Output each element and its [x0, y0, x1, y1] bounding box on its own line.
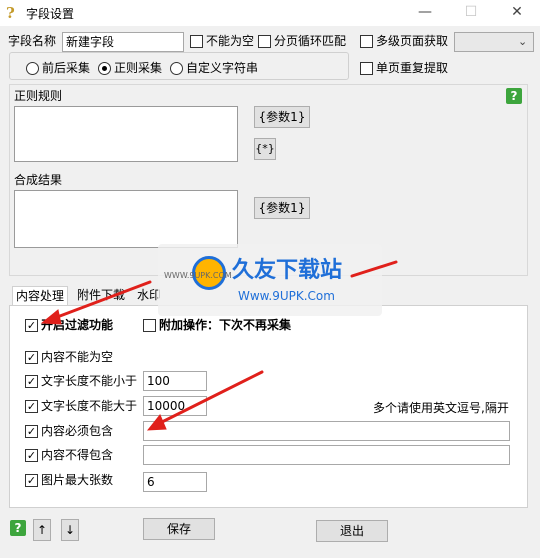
- field-name-input[interactable]: 新建字段: [62, 32, 184, 52]
- regex-rule-textarea[interactable]: [14, 106, 238, 162]
- multi-level-label: 多级页面获取: [376, 34, 449, 48]
- max-images-input[interactable]: 6: [143, 472, 207, 492]
- chevron-down-icon[interactable]: ⌄: [518, 35, 527, 48]
- max-length-input[interactable]: 10000: [143, 396, 207, 416]
- not-empty-label: 不能为空: [206, 34, 255, 48]
- filter-label-0: 内容不能为空: [41, 350, 114, 364]
- min-length-input[interactable]: 100: [143, 371, 207, 391]
- single-repeat-label: 单页重复提取: [376, 61, 449, 75]
- filter-checkbox-5[interactable]: ✓: [25, 474, 38, 487]
- filter-label-3: 内容必须包含: [41, 424, 114, 438]
- enable-filter-label: 开启过滤功能: [41, 318, 114, 332]
- paging-loop-label: 分页循环匹配: [274, 34, 347, 48]
- mode-label-1: 正则采集: [114, 61, 163, 75]
- combine-param-button[interactable]: {参数1}: [254, 197, 310, 219]
- watermark-small-url: WWW.9UPK.COM: [164, 271, 232, 280]
- regex-param-button[interactable]: {参数1}: [254, 106, 310, 128]
- filter-label-1: 文字长度不能小于: [41, 374, 138, 388]
- field-name-label: 字段名称: [8, 34, 57, 48]
- tab-content-process[interactable]: 内容处理: [12, 286, 69, 307]
- paging-loop-checkbox[interactable]: [258, 35, 271, 48]
- filter-label-4: 内容不得包含: [41, 448, 114, 462]
- single-repeat-checkbox[interactable]: [360, 62, 373, 75]
- combine-result-label: 合成结果: [14, 173, 63, 187]
- move-up-button[interactable]: ↑: [33, 519, 51, 541]
- must-not-contain-input[interactable]: [143, 445, 510, 465]
- minimize-button[interactable]: —: [402, 0, 448, 26]
- comma-hint: 多个请使用英文逗号,隔开: [373, 401, 509, 415]
- move-down-button[interactable]: ↓: [61, 519, 79, 541]
- extra-action-label: 附加操作：下次不再采集: [159, 318, 292, 332]
- enable-filter-checkbox[interactable]: ✓: [25, 319, 38, 332]
- must-contain-input[interactable]: [143, 421, 510, 441]
- regex-star-button[interactable]: {*}: [254, 138, 276, 160]
- watermark-brand: 久友下载站: [232, 258, 343, 283]
- help-icon[interactable]: ?: [506, 88, 522, 104]
- mode-radio-1[interactable]: [98, 62, 111, 75]
- filter-checkbox-1[interactable]: ✓: [25, 375, 38, 388]
- filter-checkbox-2[interactable]: ✓: [25, 400, 38, 413]
- regex-rule-label: 正则规则: [14, 89, 63, 103]
- mode-radio-2[interactable]: [170, 62, 183, 75]
- filter-checkbox-4[interactable]: ✓: [25, 449, 38, 462]
- mode-label-0: 前后采集: [42, 61, 91, 75]
- close-button[interactable]: ✕: [494, 0, 540, 26]
- tab-attachment-download[interactable]: 附件下载: [74, 286, 128, 306]
- footer-help-icon[interactable]: ?: [10, 520, 26, 536]
- mode-radio-0[interactable]: [26, 62, 39, 75]
- combine-result-textarea[interactable]: [14, 190, 238, 248]
- filter-label-2: 文字长度不能大于: [41, 399, 138, 413]
- extra-action-checkbox[interactable]: [143, 319, 156, 332]
- watermark-url: Www.9UPK.Com: [238, 289, 335, 303]
- filter-label-5: 图片最大张数: [41, 473, 114, 487]
- mode-label-2: 自定义字符串: [186, 61, 259, 75]
- maximize-button: ☐: [464, 4, 478, 20]
- app-icon: ?: [6, 4, 15, 22]
- filter-checkbox-3[interactable]: ✓: [25, 425, 38, 438]
- multi-level-checkbox[interactable]: [360, 35, 373, 48]
- save-button[interactable]: 保存: [143, 518, 215, 540]
- window-title: 字段设置: [26, 7, 75, 21]
- filter-checkbox-0[interactable]: ✓: [25, 351, 38, 364]
- exit-button[interactable]: 退出: [316, 520, 388, 542]
- not-empty-checkbox[interactable]: [190, 35, 203, 48]
